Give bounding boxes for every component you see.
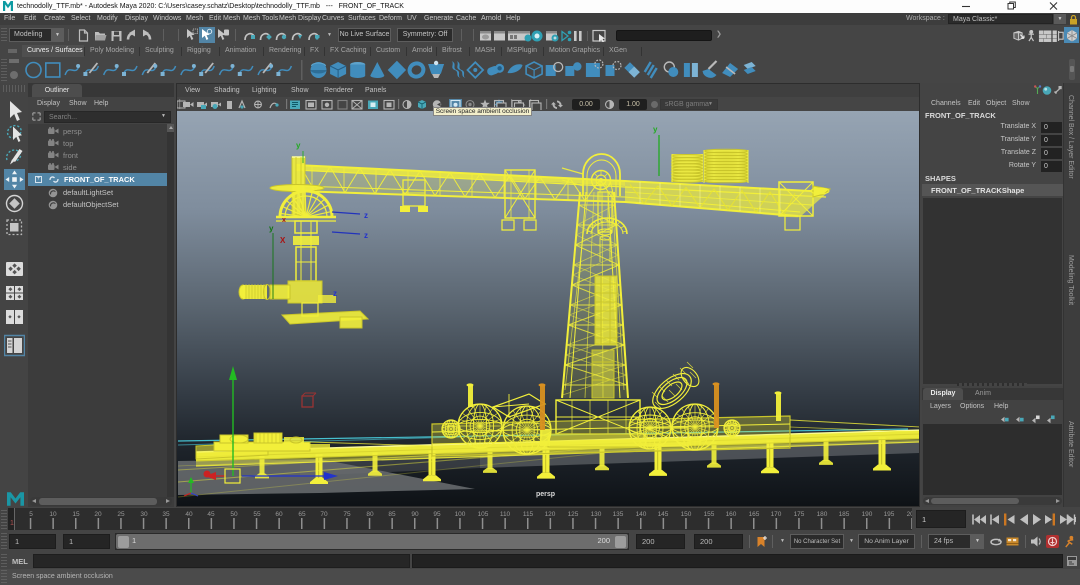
- svg-text:120: 120: [545, 511, 556, 518]
- svg-text:145: 145: [658, 511, 669, 518]
- svg-text:95: 95: [433, 511, 441, 518]
- svg-text:105: 105: [478, 511, 489, 518]
- svg-text:130: 130: [591, 511, 602, 518]
- svg-text:60: 60: [275, 511, 283, 518]
- svg-text:20: 20: [94, 511, 102, 518]
- svg-text:185: 185: [839, 511, 850, 518]
- svg-text:10: 10: [49, 511, 57, 518]
- svg-text:90: 90: [411, 511, 419, 518]
- svg-text:85: 85: [388, 511, 396, 518]
- svg-text:30: 30: [140, 511, 148, 518]
- svg-text:115: 115: [523, 511, 534, 518]
- svg-text:160: 160: [726, 511, 737, 518]
- svg-text:155: 155: [704, 511, 715, 518]
- svg-text:50: 50: [230, 511, 238, 518]
- svg-text:195: 195: [884, 511, 895, 518]
- svg-text:X: X: [280, 236, 286, 245]
- svg-text:y: y: [653, 125, 658, 134]
- svg-text:75: 75: [343, 511, 351, 518]
- svg-text:45: 45: [207, 511, 215, 518]
- svg-text:z: z: [364, 211, 368, 220]
- svg-text:140: 140: [636, 511, 647, 518]
- svg-text:180: 180: [817, 511, 828, 518]
- svg-text:40: 40: [185, 511, 193, 518]
- svg-text:55: 55: [253, 511, 261, 518]
- svg-text:200: 200: [907, 511, 912, 518]
- svg-text:z: z: [333, 289, 337, 298]
- svg-text:170: 170: [771, 511, 782, 518]
- svg-text:y: y: [296, 141, 301, 150]
- svg-text:35: 35: [162, 511, 170, 518]
- svg-text:175: 175: [794, 511, 805, 518]
- svg-text:100: 100: [455, 511, 466, 518]
- svg-text:5: 5: [29, 511, 33, 518]
- svg-text:25: 25: [117, 511, 125, 518]
- svg-text:y: y: [269, 224, 274, 233]
- svg-text:150: 150: [681, 511, 692, 518]
- svg-text:125: 125: [568, 511, 579, 518]
- svg-text:x: x: [282, 217, 286, 224]
- svg-text:80: 80: [366, 511, 374, 518]
- svg-text:165: 165: [749, 511, 760, 518]
- svg-text:70: 70: [320, 511, 328, 518]
- svg-text:15: 15: [72, 511, 80, 518]
- svg-text:110: 110: [500, 511, 511, 518]
- svg-text:65: 65: [298, 511, 306, 518]
- svg-text:z: z: [364, 231, 368, 240]
- svg-text:135: 135: [613, 511, 624, 518]
- svg-text:190: 190: [862, 511, 873, 518]
